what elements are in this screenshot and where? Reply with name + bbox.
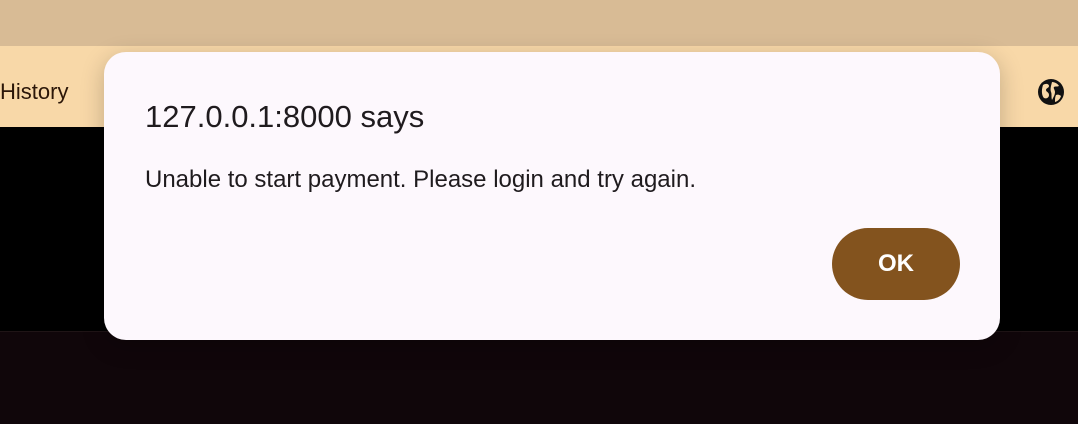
globe-icon-graphic: [1038, 79, 1064, 105]
dialog-message: Unable to start payment. Please login an…: [145, 166, 696, 193]
nav-history-link[interactable]: History: [0, 79, 68, 105]
page-lower-area: [0, 331, 1078, 424]
alert-dialog: 127.0.0.1:8000 says Unable to start paym…: [104, 52, 1000, 340]
globe-icon[interactable]: [1037, 78, 1065, 106]
browser-page: History 127.0.0.1:8000 says Unable to st…: [0, 0, 1078, 424]
dialog-title: 127.0.0.1:8000 says: [145, 99, 425, 134]
ok-button[interactable]: OK: [832, 228, 960, 300]
top-strip: [0, 0, 1078, 46]
